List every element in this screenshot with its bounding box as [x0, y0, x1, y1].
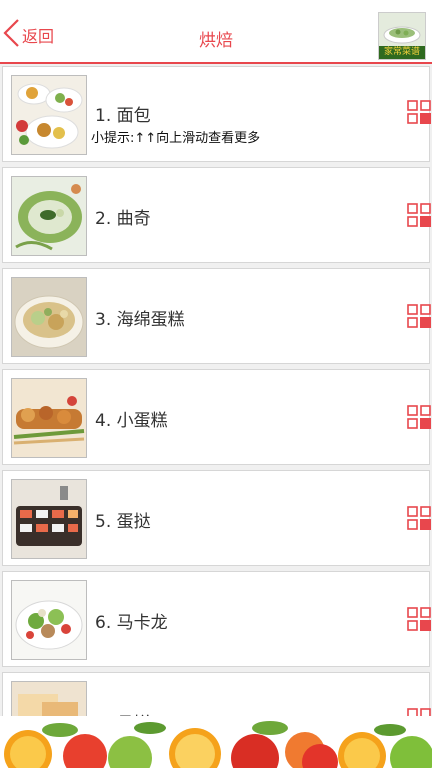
recipe-list[interactable]: 1. 面包 小提示:↑↑向上滑动查看更多 2. 曲奇 3. 海绵蛋糕 4. 小蛋…: [0, 64, 432, 724]
fruit-banner-image: [0, 716, 432, 768]
grid-icon[interactable]: [407, 607, 431, 631]
recipe-thumbnail: [11, 479, 87, 559]
list-item[interactable]: 3. 海绵蛋糕: [2, 268, 431, 364]
list-item[interactable]: 4. 小蛋糕: [2, 369, 431, 465]
grid-icon[interactable]: [407, 405, 431, 429]
page-title: 烘焙: [199, 31, 233, 51]
recipe-title: 4. 小蛋糕: [95, 411, 168, 431]
recipe-thumbnail: [11, 378, 87, 458]
fruit-banner: [0, 716, 432, 768]
recipe-thumbnail: [11, 176, 87, 256]
recipe-thumbnail: [11, 75, 87, 155]
logo-text: 家常菜谱: [379, 46, 425, 59]
recipe-title: 5. 蛋挞: [95, 512, 151, 532]
list-item[interactable]: 1. 面包 小提示:↑↑向上滑动查看更多: [2, 66, 431, 162]
bowl-image: [379, 13, 425, 47]
recipe-title: 6. 马卡龙: [95, 613, 168, 633]
recipe-thumbnail: [11, 277, 87, 357]
recipe-title: 1. 面包: [95, 106, 151, 126]
app-logo: 家常菜谱: [378, 12, 426, 60]
list-item[interactable]: 2. 曲奇: [2, 167, 431, 263]
recipe-title: 3. 海绵蛋糕: [95, 310, 185, 330]
grid-icon[interactable]: [407, 506, 431, 530]
list-item[interactable]: 5. 蛋挞: [2, 470, 431, 566]
grid-icon[interactable]: [407, 100, 431, 124]
grid-icon[interactable]: [407, 304, 431, 328]
recipe-thumbnail: [11, 580, 87, 660]
title-bar: 返回 烘焙 家常菜谱: [0, 0, 432, 64]
recipe-title: 2. 曲奇: [95, 209, 151, 229]
list-item[interactable]: 6. 马卡龙: [2, 571, 431, 667]
grid-icon[interactable]: [407, 203, 431, 227]
scroll-hint: 小提示:↑↑向上滑动查看更多: [91, 131, 261, 146]
